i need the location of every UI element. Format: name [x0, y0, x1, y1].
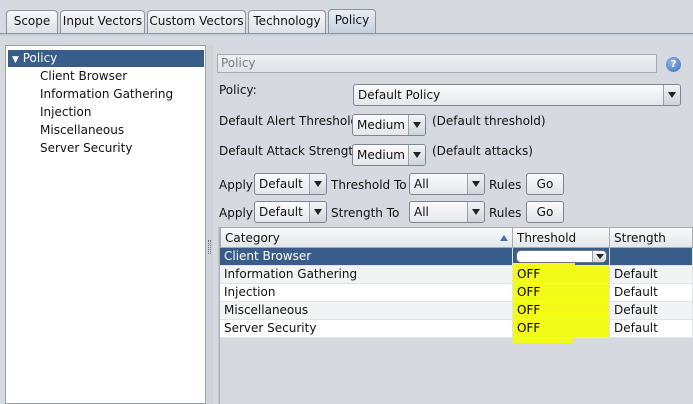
expand-triangle-icon[interactable]: ▼	[12, 55, 19, 65]
cell-threshold[interactable]: OFF	[513, 302, 610, 320]
column-header-threshold[interactable]: Threshold	[513, 227, 610, 248]
table-row[interactable]: Server Security OFF Default	[220, 320, 693, 338]
tab-underline	[0, 33, 693, 36]
apply-threshold-value: Default	[259, 177, 303, 191]
alert-threshold-label: Default Alert Threshold:	[219, 114, 363, 128]
chevron-down-icon[interactable]	[309, 174, 326, 194]
tree-item-miscellaneous[interactable]: Miscellaneous	[40, 121, 124, 139]
apply-strength-go-button[interactable]: Go	[526, 201, 564, 223]
cell-category: Injection	[220, 284, 513, 302]
cell-strength[interactable]: Default	[610, 284, 693, 302]
chevron-down-icon[interactable]	[592, 251, 606, 262]
attack-strength-value: Medium	[357, 148, 405, 162]
apply-strength-value-select[interactable]: Default	[254, 201, 327, 223]
chevron-down-icon[interactable]	[467, 174, 484, 194]
attack-strength-label: Default Attack Strength:	[219, 144, 365, 158]
strength-to-label: Strength To	[331, 206, 400, 220]
sort-ascending-icon	[500, 235, 508, 241]
apply-strength-value: Default	[259, 205, 303, 219]
chevron-down-icon[interactable]	[309, 202, 326, 222]
alert-threshold-value: Medium	[357, 118, 405, 132]
tab-custom-vectors[interactable]: Custom Vectors	[147, 10, 246, 33]
tree-root-policy[interactable]: ▼ Policy	[8, 50, 204, 67]
cell-strength	[610, 248, 693, 266]
highlight-mark	[513, 338, 573, 343]
table-row[interactable]: Client Browser	[220, 248, 693, 266]
panel-header: Policy	[217, 54, 657, 73]
tab-bar: Scope Input Vectors Custom Vectors Techn…	[0, 0, 693, 36]
column-category-label: Category	[225, 231, 280, 245]
apply-strength-label: Apply	[219, 206, 253, 220]
table-header: Category Threshold Strength	[220, 227, 693, 248]
apply-threshold-go-button[interactable]: Go	[526, 173, 564, 195]
chevron-down-icon[interactable]	[663, 85, 680, 105]
chevron-down-icon[interactable]	[467, 202, 484, 222]
tree-item-information-gathering[interactable]: Information Gathering	[40, 85, 173, 103]
tree-item-server-security[interactable]: Server Security	[40, 139, 132, 157]
tab-policy[interactable]: Policy	[328, 9, 376, 34]
tab-technology[interactable]: Technology	[248, 10, 326, 33]
chevron-down-icon[interactable]	[408, 145, 425, 165]
threshold-cell-select[interactable]	[516, 250, 607, 263]
table-row[interactable]: Miscellaneous OFF Default	[220, 302, 693, 320]
attack-strength-select[interactable]: Medium	[352, 144, 426, 166]
attack-strength-note: (Default attacks)	[432, 144, 533, 158]
tree-root-label: Policy	[22, 51, 58, 65]
cell-category: Miscellaneous	[220, 302, 513, 320]
policy-panel: Policy ? Policy: Default Policy Default …	[213, 45, 693, 404]
cell-threshold[interactable]: OFF	[513, 266, 610, 284]
threshold-to-label: Threshold To	[331, 178, 407, 192]
splitter-grip-icon[interactable]	[208, 240, 211, 254]
cell-threshold[interactable]: OFF	[513, 284, 610, 302]
highlight-mark	[513, 263, 575, 266]
strength-rules-label: Rules	[489, 206, 522, 220]
policy-label: Policy:	[219, 83, 257, 97]
threshold-rules-label: Rules	[489, 178, 522, 192]
category-table[interactable]: Category Threshold Strength Client Brows…	[218, 227, 693, 404]
alert-threshold-select[interactable]: Medium	[352, 114, 426, 136]
table-row[interactable]: Injection OFF Default	[220, 284, 693, 302]
apply-threshold-value-select[interactable]: Default	[254, 173, 327, 195]
cell-threshold[interactable]: OFF	[513, 320, 610, 338]
policy-select-value: Default Policy	[358, 88, 441, 102]
strength-scope-value: All	[414, 205, 429, 219]
help-icon[interactable]: ?	[666, 57, 681, 72]
chevron-down-icon[interactable]	[408, 115, 425, 135]
cell-strength[interactable]: Default	[610, 266, 693, 284]
cell-category: Client Browser	[220, 248, 513, 266]
cell-strength[interactable]: Default	[610, 302, 693, 320]
threshold-scope-value: All	[414, 177, 429, 191]
tab-input-vectors[interactable]: Input Vectors	[60, 10, 145, 33]
category-tree[interactable]: ▼ Policy Client Browser Information Gath…	[5, 45, 206, 404]
cell-strength[interactable]: Default	[610, 320, 693, 338]
threshold-scope-select[interactable]: All	[409, 173, 485, 195]
cell-category: Server Security	[220, 320, 513, 338]
cell-category: Information Gathering	[220, 266, 513, 284]
policy-select[interactable]: Default Policy	[353, 84, 681, 106]
alert-threshold-note: (Default threshold)	[432, 114, 546, 128]
tree-item-injection[interactable]: Injection	[40, 103, 91, 121]
apply-threshold-label: Apply	[219, 178, 253, 192]
table-row[interactable]: Information Gathering OFF Default	[220, 266, 693, 284]
tree-item-client-browser[interactable]: Client Browser	[40, 67, 127, 85]
column-header-category[interactable]: Category	[220, 227, 513, 248]
column-header-strength[interactable]: Strength	[610, 227, 693, 248]
strength-scope-select[interactable]: All	[409, 201, 485, 223]
tab-scope[interactable]: Scope	[6, 10, 58, 33]
